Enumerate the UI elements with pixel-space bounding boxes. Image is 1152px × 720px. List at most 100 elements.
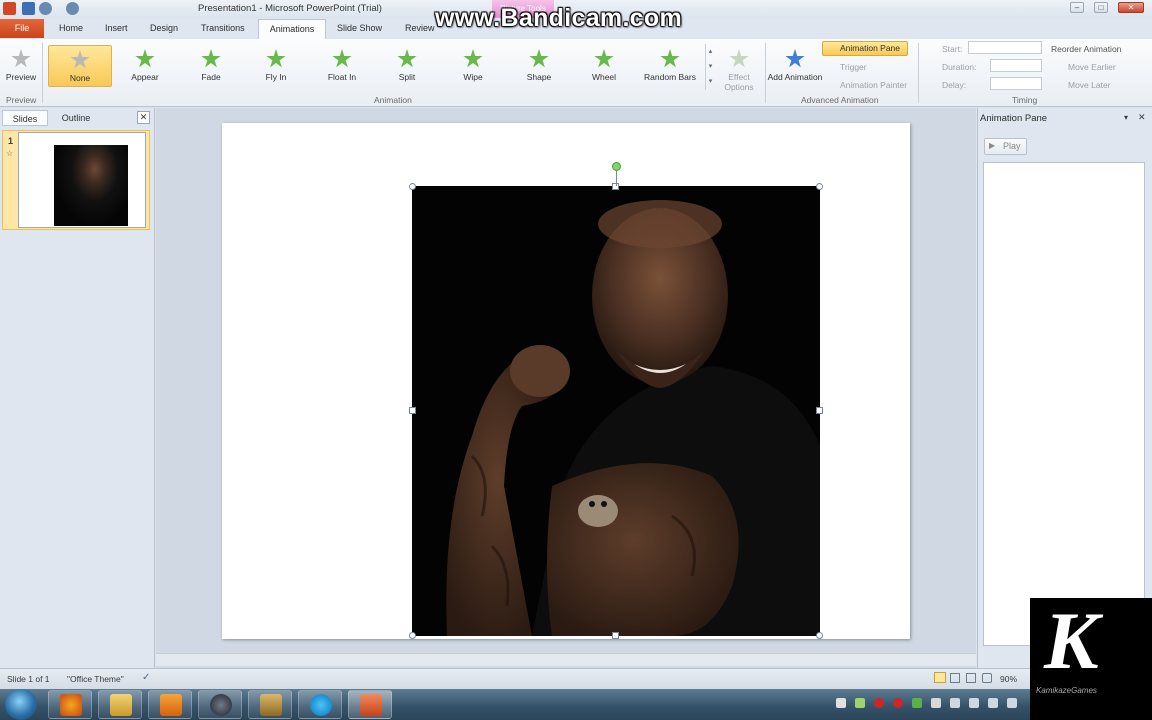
- horizontal-scrollbar[interactable]: [156, 653, 976, 666]
- taskbar-app[interactable]: [248, 690, 292, 719]
- delay-field[interactable]: [990, 77, 1042, 90]
- advanced-animation-group-label: Advanced Animation: [801, 95, 879, 105]
- animation-painter-button[interactable]: Animation Painter: [840, 80, 907, 90]
- resize-handle[interactable]: [816, 407, 823, 414]
- flag-icon[interactable]: [931, 698, 941, 708]
- tab-transitions[interactable]: Transitions: [201, 23, 245, 33]
- effect-none[interactable]: None: [48, 45, 112, 87]
- float-in-star-icon: [332, 49, 352, 68]
- effect-wheel[interactable]: Wheel: [574, 45, 634, 87]
- start-select[interactable]: [968, 41, 1042, 54]
- pane-close-icon[interactable]: ✕: [1138, 112, 1146, 123]
- resize-handle[interactable]: [612, 632, 619, 639]
- move-earlier-button[interactable]: Move Earlier: [1068, 62, 1116, 72]
- portrait-image: [412, 186, 820, 636]
- effect-random-bars[interactable]: Random Bars: [640, 45, 700, 87]
- taskbar-steam[interactable]: [198, 690, 242, 719]
- resize-handle[interactable]: [816, 632, 823, 639]
- effect-options-button[interactable]: Effect Options: [715, 45, 763, 92]
- fade-star-icon: [201, 49, 221, 68]
- effect-label: Float In: [327, 72, 357, 82]
- status-bar: [0, 668, 1152, 689]
- taskbar-skype[interactable]: [298, 690, 342, 719]
- pane-menu-icon[interactable]: ▾: [1124, 113, 1128, 122]
- slideshow-icon[interactable]: [982, 673, 992, 683]
- rotation-handle[interactable]: [612, 162, 621, 171]
- logo-subtitle: KamikazeGames: [1036, 686, 1097, 695]
- redo-icon[interactable]: [66, 2, 79, 15]
- tray-icon[interactable]: [855, 698, 865, 708]
- trigger-button[interactable]: Trigger: [840, 62, 867, 72]
- taskbar-media-player[interactable]: [148, 690, 192, 719]
- tab-animations[interactable]: Animations: [258, 19, 326, 40]
- network-icon[interactable]: [1007, 698, 1017, 708]
- separator: [42, 43, 43, 103]
- resize-handle[interactable]: [409, 407, 416, 414]
- start-label: Start:: [942, 44, 963, 54]
- close-button[interactable]: ✕: [1118, 2, 1144, 13]
- tray-icon[interactable]: [836, 698, 846, 708]
- powerpoint-app-icon[interactable]: [3, 2, 16, 15]
- maximize-button[interactable]: □: [1094, 2, 1108, 13]
- taskbar-firefox[interactable]: [48, 690, 92, 719]
- animation-pane-button[interactable]: Animation Pane: [822, 41, 908, 56]
- wipe-star-icon: [463, 49, 483, 68]
- animation-list[interactable]: [983, 162, 1145, 646]
- effect-float-in[interactable]: Float In: [312, 45, 372, 87]
- picture[interactable]: [412, 186, 820, 636]
- effect-shape[interactable]: Shape: [509, 45, 569, 87]
- effect-fly-in[interactable]: Fly In: [246, 45, 306, 87]
- resize-handle[interactable]: [409, 632, 416, 639]
- tab-insert[interactable]: Insert: [105, 23, 128, 33]
- effect-split[interactable]: Split: [377, 45, 437, 87]
- tray-icon[interactable]: [912, 698, 922, 708]
- slide-number: 1: [8, 136, 14, 146]
- gallery-scroll[interactable]: ▴ ▾ ▾: [705, 44, 715, 90]
- effect-label: Wipe: [463, 72, 483, 82]
- rotation-line: [616, 171, 617, 186]
- tab-slide-show[interactable]: Slide Show: [337, 23, 382, 33]
- preview-button[interactable]: Preview: [0, 45, 42, 87]
- wheel-star-icon: [594, 49, 614, 68]
- taskbar-powerpoint[interactable]: [348, 690, 392, 719]
- resize-handle[interactable]: [409, 183, 416, 190]
- close-pane-icon[interactable]: ✕: [137, 111, 150, 124]
- move-later-button[interactable]: Move Later: [1068, 80, 1111, 90]
- random-bars-star-icon: [660, 49, 680, 68]
- effect-options-icon: [729, 49, 749, 68]
- save-icon[interactable]: [22, 2, 35, 15]
- tray-icon[interactable]: [950, 698, 960, 708]
- tab-design[interactable]: Design: [150, 23, 178, 33]
- reorder-animation-label: Reorder Animation: [1051, 44, 1122, 54]
- duration-field[interactable]: [990, 59, 1042, 72]
- slide-sorter-icon[interactable]: [950, 673, 960, 683]
- timing-group-label: Timing: [1012, 95, 1038, 105]
- minimize-button[interactable]: –: [1070, 2, 1084, 13]
- undo-icon[interactable]: [39, 2, 52, 15]
- spell-check-icon[interactable]: ✓: [142, 672, 150, 683]
- tray-record-icon[interactable]: [874, 698, 884, 708]
- tab-outline[interactable]: Outline: [50, 110, 102, 126]
- tab-slides[interactable]: Slides: [2, 110, 48, 126]
- add-animation-button[interactable]: Add Animation: [767, 45, 823, 87]
- slide-indicator: Slide 1 of 1: [7, 674, 50, 684]
- normal-view-icon[interactable]: [934, 672, 946, 683]
- tray-icon[interactable]: [893, 698, 903, 708]
- effect-fade[interactable]: Fade: [181, 45, 241, 87]
- separator: [765, 43, 766, 103]
- powerpoint-icon: [360, 694, 382, 716]
- zoom-level[interactable]: 90%: [1000, 674, 1017, 684]
- reading-view-icon[interactable]: [966, 673, 976, 683]
- resize-handle[interactable]: [816, 183, 823, 190]
- tray-icon[interactable]: [969, 698, 979, 708]
- tray-icon[interactable]: [988, 698, 998, 708]
- taskbar-explorer[interactable]: [98, 690, 142, 719]
- start-button[interactable]: [5, 689, 37, 720]
- separator: [918, 43, 919, 103]
- shape-star-icon: [529, 49, 549, 68]
- tab-file[interactable]: File: [0, 19, 44, 38]
- tab-review[interactable]: Review: [405, 23, 435, 33]
- effect-wipe[interactable]: Wipe: [443, 45, 503, 87]
- effect-appear[interactable]: Appear: [115, 45, 175, 87]
- tab-home[interactable]: Home: [59, 23, 83, 33]
